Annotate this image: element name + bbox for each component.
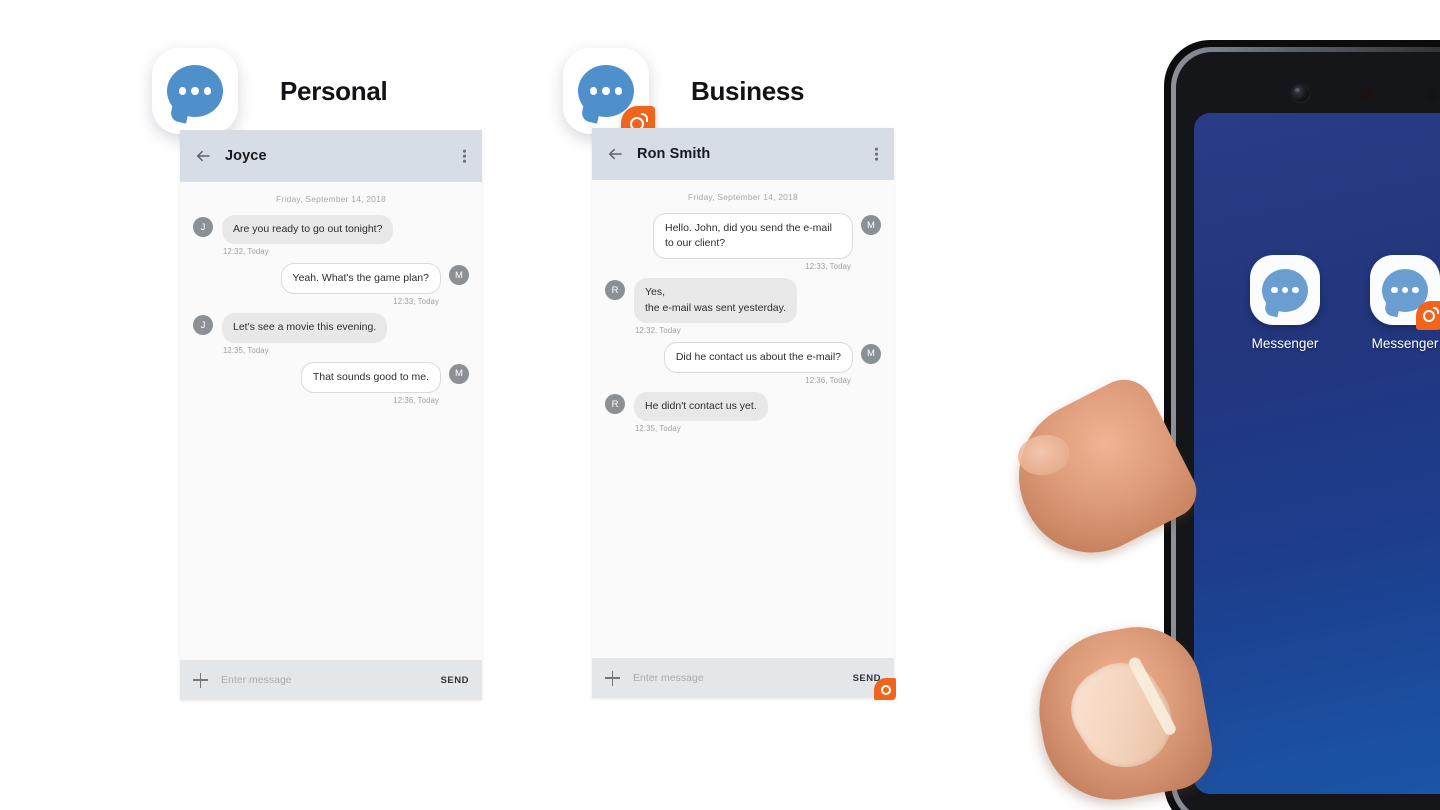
message-timestamp: 12:33, Today [393, 297, 439, 307]
app-messenger-personal[interactable]: Messenger [1246, 255, 1324, 351]
group-label-personal: Personal [280, 75, 388, 106]
message-list: Friday, September 14, 2018 J Are you rea… [180, 182, 482, 660]
messenger-bubble-icon-secure [563, 48, 655, 140]
avatar: J [193, 315, 213, 336]
message-timestamp: 12:36, Today [805, 376, 851, 386]
avatar: R [605, 280, 625, 301]
message-bubble: Are you ready to go out tonight? [222, 215, 394, 245]
message-timestamp: 12:35, Today [223, 345, 269, 355]
message-row: Hello. John, did you send the e-mail to … [605, 213, 881, 260]
date-separator: Friday, September 14, 2018 [688, 192, 798, 202]
message-bubble: Hello. John, did you send the e-mail to … [653, 213, 853, 260]
message-row: That sounds good to me. M [193, 361, 469, 393]
message-composer: Enter message SEND [592, 658, 894, 698]
messenger-bubble-icon-secure[interactable] [1370, 255, 1440, 330]
message-input[interactable]: Enter message [221, 674, 441, 686]
message-timestamp: 12:36, Today [393, 395, 439, 405]
message-timestamp: 12:32, Today [635, 325, 681, 335]
promo-stage: Personal Business Joyce Friday, Septembe… [0, 0, 1440, 810]
light-sensor-icon [1426, 88, 1439, 101]
messenger-bubble-icon[interactable] [1250, 255, 1320, 325]
message-composer: Enter message SEND [180, 660, 482, 700]
group-label-business: Business [691, 75, 805, 106]
send-button[interactable]: SEND [441, 675, 469, 686]
message-bubble: Did he contact us about the e-mail? [663, 341, 853, 374]
group-personal: Personal [152, 48, 388, 134]
avatar: M [449, 265, 469, 286]
chat-header: Ron Smith [592, 128, 894, 180]
message-bubble: He didn't contact us yet. [634, 392, 768, 422]
message-row: Did he contact us about the e-mail? M [605, 341, 881, 374]
avatar: M [449, 363, 469, 384]
chat-title: Ron Smith [637, 146, 711, 162]
kebab-menu-icon[interactable] [875, 147, 878, 161]
messenger-bubble-icon [152, 48, 238, 134]
speech-bubble-icon [167, 65, 223, 124]
chat-panel-business: Ron Smith Friday, September 14, 2018 Hel… [592, 128, 896, 700]
message-timestamp: 12:33, Today [805, 262, 851, 272]
message-bubble: Let's see a movie this evening. [222, 313, 388, 343]
message-bubble: Yes, the e-mail was sent yesterday. [634, 278, 798, 323]
message-input[interactable]: Enter message [633, 672, 853, 684]
plus-icon[interactable] [193, 672, 208, 688]
message-timestamp: 12:32, Today [223, 247, 269, 257]
message-list: Friday, September 14, 2018 Hello. John, … [592, 180, 894, 658]
secure-folder-badge-icon [1416, 301, 1440, 330]
phone-device: Messenger Messenger [1164, 40, 1440, 810]
message-row: R Yes, the e-mail was sent yesterday. [605, 278, 881, 323]
chat-panel-personal: Joyce Friday, September 14, 2018 J Are y… [180, 130, 482, 700]
front-camera-icon [1292, 85, 1309, 102]
date-separator: Friday, September 14, 2018 [276, 194, 386, 204]
phone-screen: Messenger Messenger [1194, 113, 1440, 794]
avatar: M [861, 343, 881, 364]
plus-icon[interactable] [605, 670, 620, 686]
home-screen-app-row: Messenger Messenger [1246, 255, 1440, 351]
message-bubble: That sounds good to me. [300, 361, 441, 393]
group-business: Business [563, 48, 805, 140]
back-arrow-icon[interactable] [606, 145, 624, 163]
speech-bubble-icon [1262, 268, 1308, 317]
app-messenger-secure[interactable]: Messenger [1366, 255, 1440, 351]
app-label: Messenger [1371, 336, 1439, 351]
secure-folder-corner-badge-icon [872, 676, 896, 700]
avatar: R [605, 394, 625, 415]
chat-title: Joyce [225, 148, 267, 164]
message-row: R He didn't contact us yet. [605, 392, 881, 422]
proximity-sensor-icon [1360, 88, 1373, 101]
kebab-menu-icon[interactable] [463, 149, 466, 163]
message-bubble: Yeah. What's the game plan? [280, 263, 441, 295]
message-row: J Let's see a movie this evening. [193, 313, 469, 343]
avatar: J [193, 217, 213, 237]
back-arrow-icon[interactable] [194, 147, 212, 165]
message-timestamp: 12:35, Today [635, 424, 681, 434]
avatar: M [861, 215, 881, 235]
message-row: J Are you ready to go out tonight? [193, 215, 469, 245]
chat-header: Joyce [180, 130, 482, 182]
app-label: Messenger [1251, 336, 1319, 351]
message-row: Yeah. What's the game plan? M [193, 263, 469, 295]
